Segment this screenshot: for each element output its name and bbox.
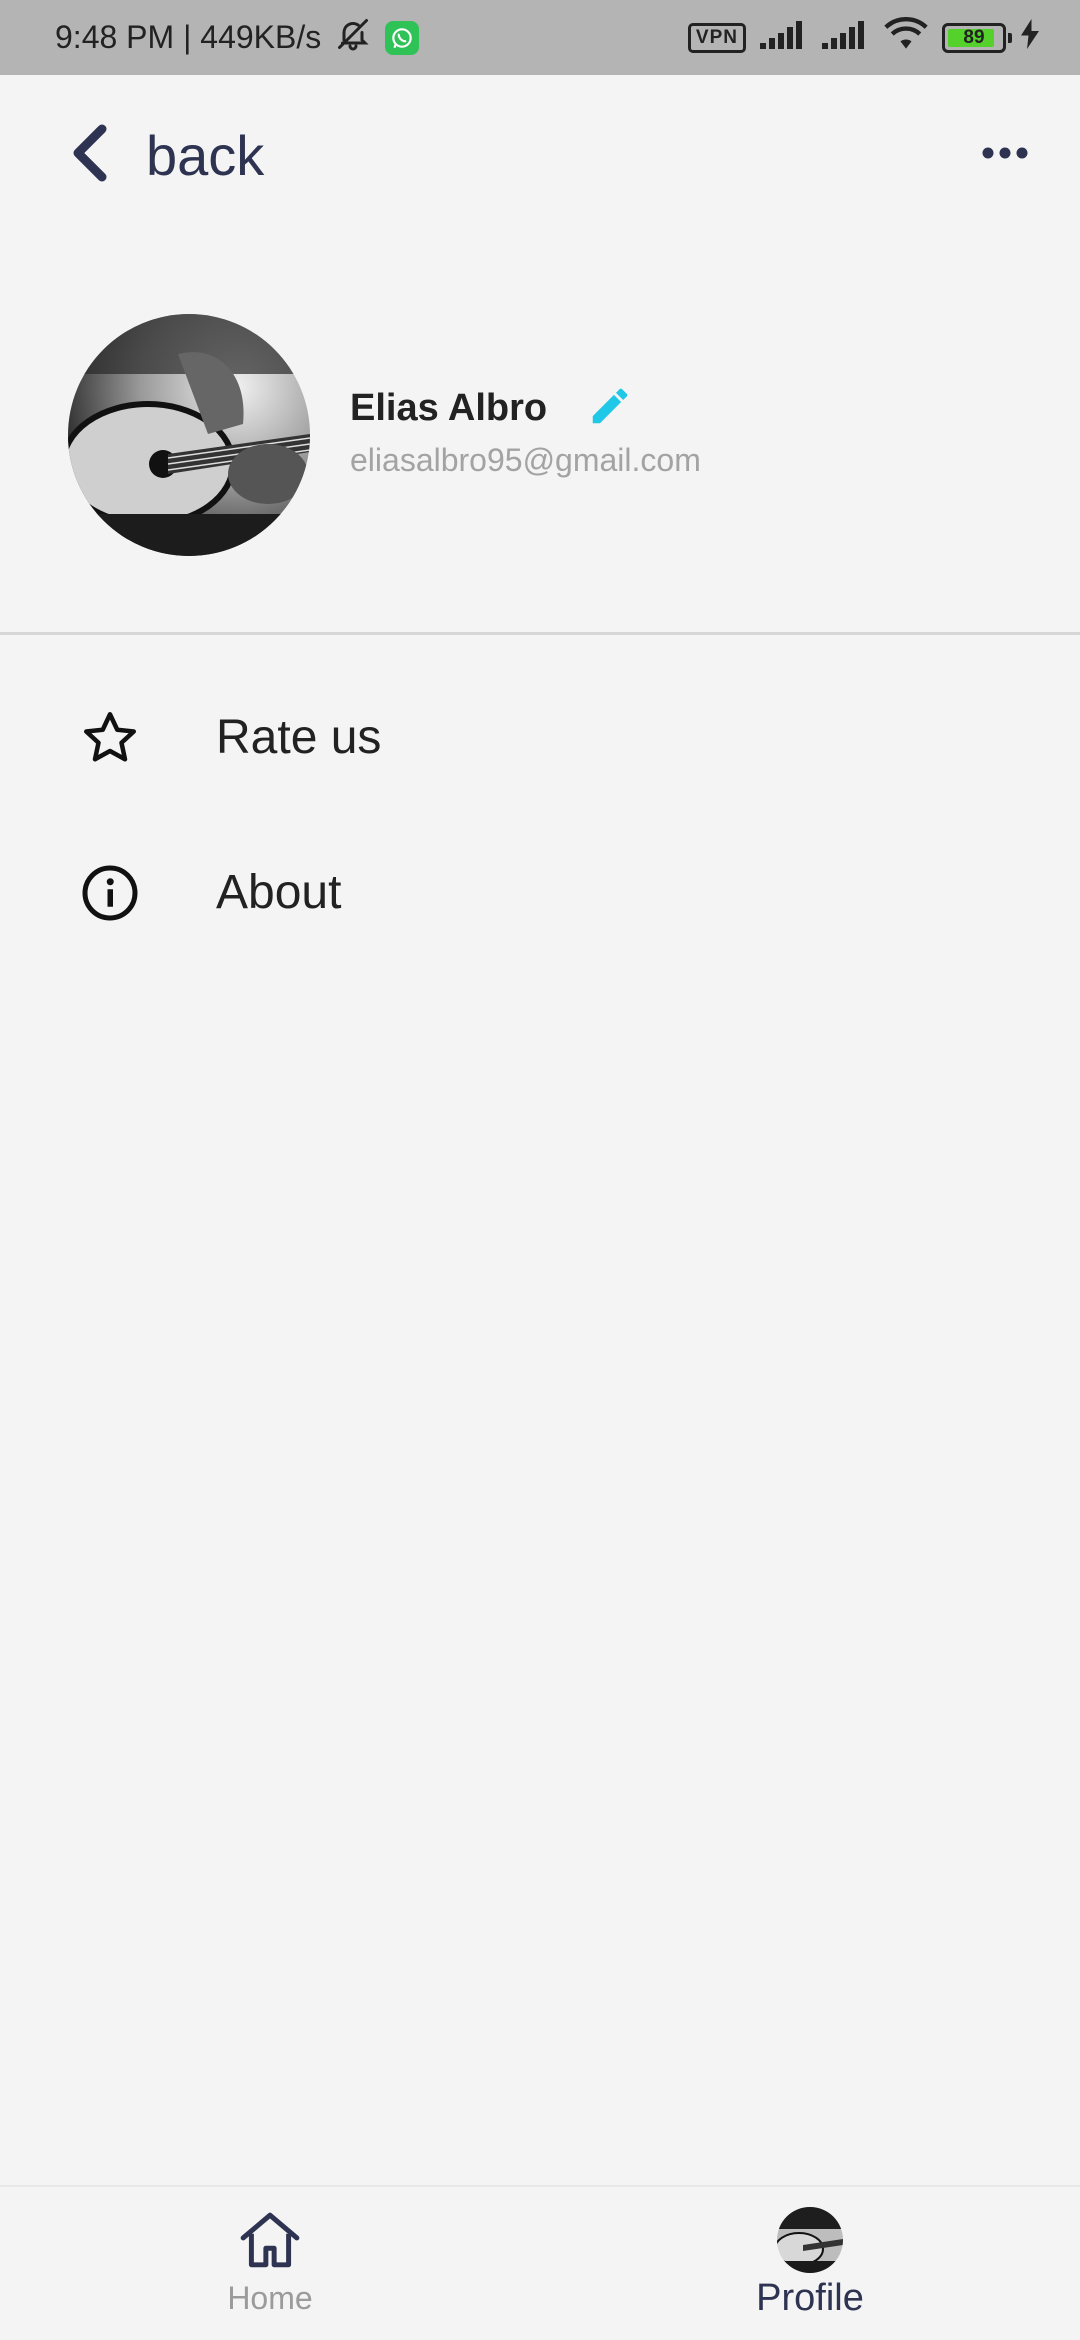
status-time-speed: 9:48 PM | 449KB/s xyxy=(55,19,322,55)
more-options-button[interactable] xyxy=(970,125,1040,185)
status-bar: 9:48 PM | 449KB/s VPN 89 xyxy=(0,0,1080,75)
status-bar-right: VPN 89 xyxy=(687,16,1040,59)
battery-icon: 89 xyxy=(942,22,1012,53)
info-circle-icon xyxy=(78,861,142,925)
nav-item-home[interactable]: Home xyxy=(0,2187,540,2340)
nav-label-profile: Profile xyxy=(756,2277,864,2319)
back-button[interactable]: back xyxy=(70,123,264,188)
section-divider xyxy=(0,632,1080,635)
signal-1-icon xyxy=(760,19,808,57)
user-email: eliasalbro95@gmail.com xyxy=(350,441,701,478)
star-icon xyxy=(78,706,142,770)
menu-item-label: Rate us xyxy=(216,711,382,764)
app-header: back xyxy=(0,75,1080,235)
profile-section: Elias Albro eliasalbro95@gmail.com xyxy=(0,235,1080,635)
bolt-icon xyxy=(1020,18,1040,57)
profile-info: Elias Albro eliasalbro95@gmail.com xyxy=(350,384,701,479)
signal-2-icon xyxy=(822,19,870,57)
edit-profile-button[interactable] xyxy=(585,384,635,434)
menu-item-about[interactable]: About xyxy=(0,815,1080,970)
nav-label-home: Home xyxy=(227,2279,313,2316)
home-icon xyxy=(239,2211,301,2274)
name-row: Elias Albro xyxy=(350,384,701,434)
profile-screen: 9:48 PM | 449KB/s VPN 89 back Elias Albr… xyxy=(0,0,1080,2340)
back-label: back xyxy=(146,123,265,187)
whatsapp-icon xyxy=(385,20,420,55)
status-bar-left: 9:48 PM | 449KB/s xyxy=(55,16,420,60)
more-horizontal-icon xyxy=(981,146,1029,165)
chevron-left-icon xyxy=(70,123,110,188)
avatar xyxy=(777,2207,843,2273)
battery-level: 89 xyxy=(963,26,985,48)
menu-item-rate-us[interactable]: Rate us xyxy=(0,660,1080,815)
vpn-badge: VPN xyxy=(687,22,746,53)
avatar[interactable] xyxy=(68,314,310,556)
bottom-navigation: Home Profile xyxy=(0,2185,1080,2340)
user-name: Elias Albro xyxy=(350,387,548,429)
wifi-icon xyxy=(884,16,928,59)
bell-slash-icon xyxy=(335,16,371,60)
settings-menu: Rate us About xyxy=(0,660,1080,970)
nav-item-profile[interactable]: Profile xyxy=(540,2187,1080,2340)
pencil-icon xyxy=(587,383,633,434)
menu-item-label: About xyxy=(216,866,342,919)
